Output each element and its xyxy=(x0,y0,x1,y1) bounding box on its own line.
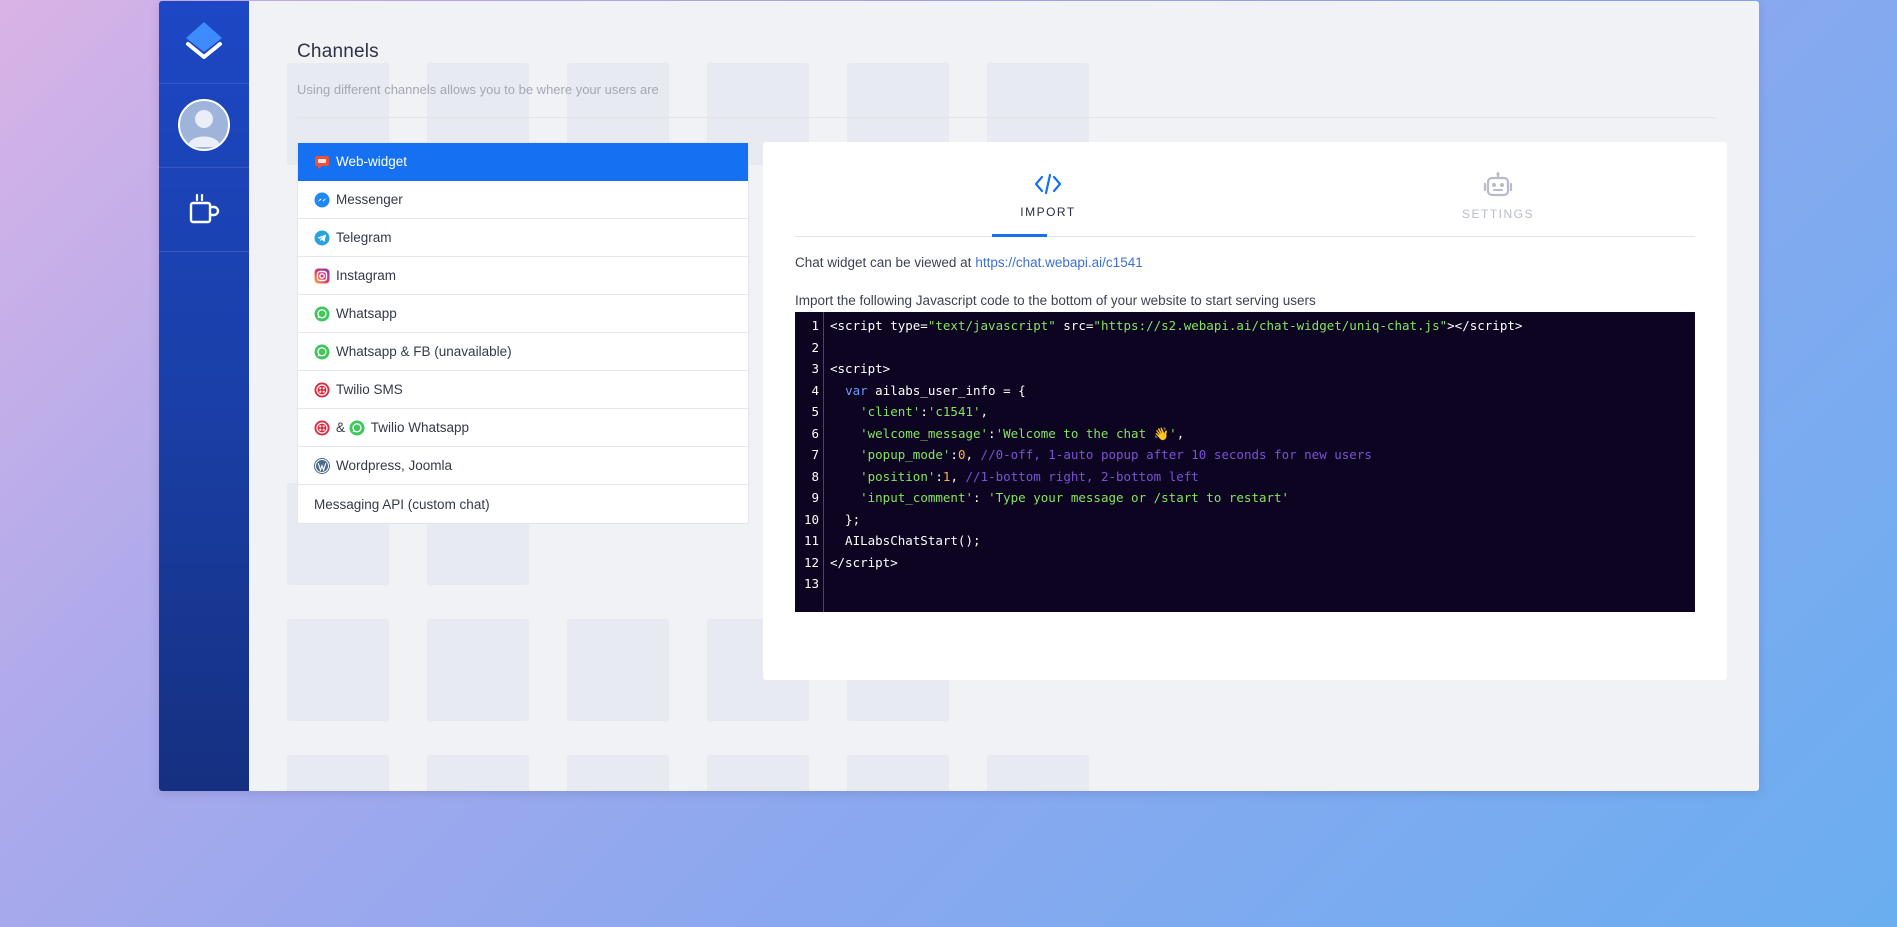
line-number: 2 xyxy=(811,340,819,355)
widget-link[interactable]: https://chat.webapi.ai/c1541 xyxy=(975,255,1142,270)
line-number: 11 xyxy=(803,533,819,548)
tab-import[interactable]: IMPORT xyxy=(988,172,1108,219)
code-line: <script type="text/javascript" src="http… xyxy=(830,318,1523,333)
code-editor[interactable]: 1 2 3 4 5 6 7 8 9 10 11 12 13 <script ty… xyxy=(795,312,1695,612)
channel-item-web-widget[interactable]: Web-widget xyxy=(298,143,748,181)
channel-list: Web-widget Messenger Telegram Instagram … xyxy=(297,142,749,524)
code-line: 'welcome_message':'Welcome to the chat 👋… xyxy=(860,426,1185,441)
code-line: 'input_comment': 'Type your message or /… xyxy=(860,490,1290,505)
robot-icon xyxy=(1483,172,1513,197)
coffee-cup-icon xyxy=(189,193,220,224)
code-line: </script> xyxy=(830,555,898,570)
user-avatar-icon xyxy=(178,99,230,151)
sidebar-logo[interactable] xyxy=(159,1,249,84)
widget-view-text: Chat widget can be viewed at https://chat… xyxy=(795,255,1143,270)
tab-label: SETTINGS xyxy=(1461,207,1534,221)
channel-label: Whatsapp & FB (unavailable) xyxy=(336,344,512,359)
line-number: 13 xyxy=(803,576,819,591)
channel-label: Twilio SMS xyxy=(336,382,403,397)
line-number: 9 xyxy=(811,490,819,505)
channel-label: Instagram xyxy=(336,268,397,283)
app-window: Channels Using different channels allows… xyxy=(159,1,1759,791)
channel-item-messaging-api[interactable]: Messaging API (custom chat) xyxy=(298,485,748,523)
code-line: 'position':1, //1-bottom right, 2-bottom… xyxy=(860,469,1199,484)
page-title: Channels xyxy=(297,41,379,62)
line-number: 10 xyxy=(803,512,819,527)
line-number: 4 xyxy=(811,383,819,398)
code-line: }; xyxy=(830,512,861,527)
channel-label: Wordpress, Joomla xyxy=(336,458,453,473)
code-icon xyxy=(1034,173,1062,195)
line-number: 7 xyxy=(811,447,819,462)
channel-item-instagram[interactable]: Instagram xyxy=(298,257,748,295)
line-number-gutter: 1 2 3 4 5 6 7 8 9 10 11 12 13 xyxy=(795,312,824,612)
sidebar-profile[interactable] xyxy=(159,83,249,168)
import-instruction: Import the following Javascript code to … xyxy=(795,293,1316,308)
channel-label: Messenger xyxy=(336,192,403,207)
view-label: Chat widget can be viewed at xyxy=(795,255,972,270)
whatsapp-icon xyxy=(314,306,330,322)
channel-settings-panel: IMPORT SETTINGS Chat widget can be viewe… xyxy=(763,142,1727,680)
telegram-icon xyxy=(314,230,330,246)
tab-label: IMPORT xyxy=(1020,205,1076,219)
channel-item-telegram[interactable]: Telegram xyxy=(298,219,748,257)
twilio-icon xyxy=(314,382,330,398)
channel-item-whatsapp-fb[interactable]: Whatsapp & FB (unavailable) xyxy=(298,333,748,371)
web-widget-icon xyxy=(314,154,330,170)
channel-label: Telegram xyxy=(336,230,392,245)
channel-item-whatsapp[interactable]: Whatsapp xyxy=(298,295,748,333)
line-number: 8 xyxy=(811,469,819,484)
channel-item-wordpress[interactable]: Wordpress, Joomla xyxy=(298,447,748,485)
whatsapp-icon xyxy=(349,420,365,436)
logo-icon xyxy=(186,22,222,59)
line-number: 3 xyxy=(811,361,819,376)
code-line: var ailabs_user_info = { xyxy=(845,383,1026,398)
code-line: 'popup_mode':0, //0-off, 1-auto popup af… xyxy=(860,447,1372,462)
line-number: 12 xyxy=(803,555,819,570)
sidebar xyxy=(159,1,249,791)
line-number: 6 xyxy=(811,426,819,441)
channel-label: Web-widget xyxy=(336,154,408,169)
channel-label: Whatsapp xyxy=(336,306,397,321)
channel-item-twilio-sms[interactable]: Twilio SMS xyxy=(298,371,748,409)
channel-label: Messaging API (custom chat) xyxy=(314,496,490,512)
line-number: 5 xyxy=(811,404,819,419)
channel-label: Twilio Whatsapp xyxy=(370,420,470,435)
code-line: <script> xyxy=(830,361,891,376)
tab-settings[interactable]: SETTINGS xyxy=(1438,172,1558,221)
wordpress-icon xyxy=(314,457,330,474)
tab-divider xyxy=(795,236,1695,237)
active-tab-indicator xyxy=(992,234,1047,237)
instagram-icon xyxy=(314,268,330,284)
code-line: 'client':'c1541', xyxy=(860,404,989,419)
code-line: AILabsChatStart(); xyxy=(830,533,981,548)
messenger-icon xyxy=(314,192,330,208)
twilio-icon xyxy=(314,420,330,436)
divider xyxy=(297,117,1715,118)
channel-item-messenger[interactable]: Messenger xyxy=(298,181,748,219)
sidebar-item-coffee[interactable] xyxy=(159,167,249,252)
whatsapp-icon xyxy=(314,344,330,360)
line-number: 1 xyxy=(811,318,819,333)
page-subtitle: Using different channels allows you to b… xyxy=(297,82,659,97)
channel-item-twilio-whatsapp[interactable]: & Twilio Whatsapp xyxy=(298,409,748,447)
channel-label-prefix: & xyxy=(336,420,349,435)
